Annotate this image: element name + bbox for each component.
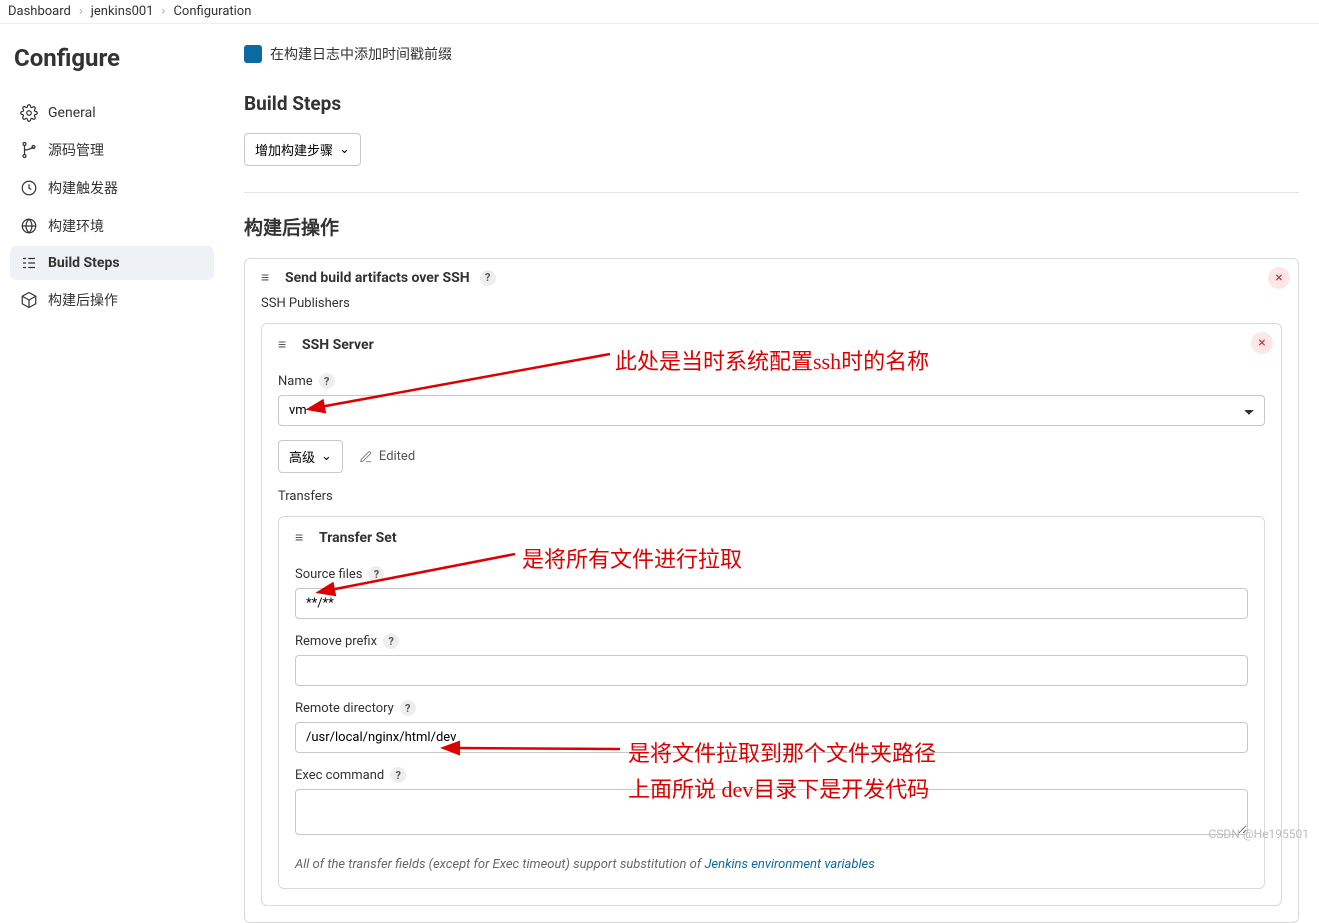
sidebar-item-label: 构建触发器 xyxy=(48,178,118,198)
remove-prefix-input[interactable] xyxy=(295,655,1248,686)
remote-directory-input[interactable] xyxy=(295,722,1248,753)
transfers-label: Transfers xyxy=(278,489,1265,504)
breadcrumb-dashboard[interactable]: Dashboard xyxy=(8,4,71,19)
sidebar-item-label: General xyxy=(48,105,96,121)
checkbox-checked-icon[interactable] xyxy=(244,45,262,63)
remove-server-button[interactable]: × xyxy=(1251,332,1273,354)
chevron-down-icon: ⌄ xyxy=(339,142,350,157)
advanced-label: 高级 xyxy=(289,447,315,466)
remove-prefix-label: Remove prefix xyxy=(295,634,377,649)
sidebar: Configure General 源码管理 构建触发器 构建环境 Build … xyxy=(0,24,220,923)
sidebar-item-general[interactable]: General xyxy=(10,96,214,130)
help-icon[interactable]: ? xyxy=(480,270,496,286)
close-icon: × xyxy=(1258,335,1265,351)
gear-icon xyxy=(20,104,38,122)
sidebar-item-label: 源码管理 xyxy=(48,140,104,160)
add-build-step-button[interactable]: 增加构建步骤 ⌄ xyxy=(244,133,361,166)
sidebar-item-post-build[interactable]: 构建后操作 xyxy=(10,282,214,318)
pencil-icon xyxy=(359,450,373,464)
exec-command-textarea[interactable] xyxy=(295,789,1248,835)
note-text: All of the transfer fields (except for E… xyxy=(295,857,1248,872)
drag-handle-icon[interactable]: ≡ xyxy=(278,336,292,353)
remove-publisher-button[interactable]: × xyxy=(1268,267,1290,289)
remote-directory-label: Remote directory xyxy=(295,701,394,716)
truncated-option-row[interactable]: 在构建日志中添加时间戳前缀 xyxy=(244,44,1299,64)
ssh-server-name-select[interactable]: vm xyxy=(278,395,1265,426)
divider xyxy=(244,192,1299,193)
ssh-panel-title: Send build artifacts over SSH xyxy=(285,270,470,286)
steps-icon xyxy=(20,254,38,272)
ssh-publisher-panel: × ≡ Send build artifacts over SSH ? SSH … xyxy=(244,258,1299,923)
exec-command-label: Exec command xyxy=(295,768,384,783)
ssh-server-panel: × ≡ SSH Server Name ? vm 高级 ⌄ xyxy=(261,323,1282,906)
breadcrumb-page[interactable]: Configuration xyxy=(173,4,251,19)
advanced-button[interactable]: 高级 ⌄ xyxy=(278,440,343,473)
edited-indicator: Edited xyxy=(359,449,415,464)
env-vars-link[interactable]: Jenkins environment variables xyxy=(704,857,874,872)
clock-icon xyxy=(20,179,38,197)
close-icon: × xyxy=(1275,270,1282,286)
help-icon[interactable]: ? xyxy=(390,767,406,783)
sidebar-title: Configure xyxy=(14,44,214,72)
ssh-publishers-label: SSH Publishers xyxy=(261,296,1282,311)
sidebar-item-env[interactable]: 构建环境 xyxy=(10,208,214,244)
drag-handle-icon[interactable]: ≡ xyxy=(295,529,309,546)
sidebar-item-build-steps[interactable]: Build Steps xyxy=(10,246,214,280)
sidebar-item-label: 构建后操作 xyxy=(48,290,118,310)
globe-icon xyxy=(20,217,38,235)
name-label: Name xyxy=(278,374,313,389)
option-label: 在构建日志中添加时间戳前缀 xyxy=(270,44,452,64)
ssh-server-title: SSH Server xyxy=(302,337,374,353)
build-steps-title: Build Steps xyxy=(244,92,1299,115)
breadcrumb-job[interactable]: jenkins001 xyxy=(91,4,154,19)
breadcrumb: Dashboard › jenkins001 › Configuration xyxy=(0,0,1319,24)
source-files-label: Source files xyxy=(295,567,362,582)
sidebar-item-label: 构建环境 xyxy=(48,216,104,236)
help-icon[interactable]: ? xyxy=(368,566,384,582)
package-icon xyxy=(20,291,38,309)
chevron-right-icon: › xyxy=(79,4,83,19)
help-icon[interactable]: ? xyxy=(383,633,399,649)
sidebar-item-scm[interactable]: 源码管理 xyxy=(10,132,214,168)
transfer-set-panel: ≡ Transfer Set Source files ? Remove pre… xyxy=(278,516,1265,889)
drag-handle-icon[interactable]: ≡ xyxy=(261,269,275,286)
main-content: 在构建日志中添加时间戳前缀 Build Steps 增加构建步骤 ⌄ 构建后操作… xyxy=(220,24,1319,923)
source-files-input[interactable] xyxy=(295,588,1248,619)
chevron-down-icon: ⌄ xyxy=(321,449,332,464)
transfer-set-title: Transfer Set xyxy=(319,530,397,546)
help-icon[interactable]: ? xyxy=(400,700,416,716)
post-build-title: 构建后操作 xyxy=(244,213,1299,240)
sidebar-item-triggers[interactable]: 构建触发器 xyxy=(10,170,214,206)
watermark: CSDN @He195501 xyxy=(1208,827,1309,841)
help-icon[interactable]: ? xyxy=(319,373,335,389)
branch-icon xyxy=(20,141,38,159)
sidebar-item-label: Build Steps xyxy=(48,255,120,271)
add-step-label: 增加构建步骤 xyxy=(255,140,333,159)
chevron-right-icon: › xyxy=(162,4,166,19)
